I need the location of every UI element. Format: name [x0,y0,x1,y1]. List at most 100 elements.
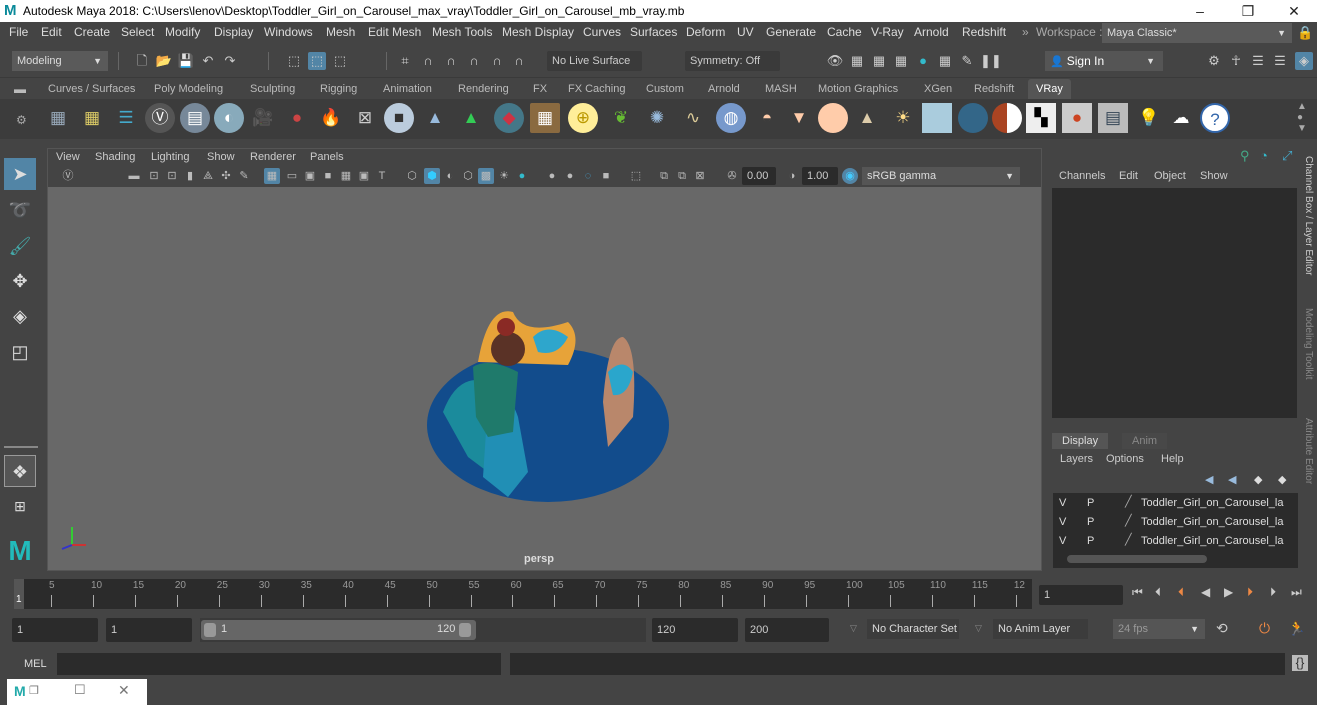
vray-globe-icon[interactable]: ◍ [716,103,746,133]
layer-name[interactable]: Toddler_Girl_on_Carousel_la [1141,516,1283,528]
layer-color-icon[interactable]: ╱ [1125,533,1132,546]
layer-tab-display[interactable]: Display [1052,433,1109,449]
scale-tool-icon[interactable]: ◰ [4,336,36,368]
vray-omni-light-icon[interactable] [818,103,848,133]
lock-icon[interactable]: 🔒 [1297,25,1313,41]
viewport-menu-shading[interactable]: Shading [95,151,135,163]
range-end-knob[interactable] [459,623,471,637]
layer-playback-toggle[interactable]: P [1087,516,1094,528]
use-all-lights-icon[interactable]: ☀ [496,168,512,184]
screen-space-ao-icon[interactable]: ● [544,168,560,184]
restore-icon[interactable]: ❐ [29,684,39,697]
anim-layer-dropdown[interactable]: No Anim Layer [993,619,1088,639]
pause-viewport-icon[interactable]: ❚❚ [980,52,1002,70]
shelf-menu-icon[interactable]: ▬ [14,82,26,96]
shelf-tab-rigging[interactable]: Rigging [312,79,365,99]
shelf-tab-redshift[interactable]: Redshift [966,79,1022,99]
vray-cone-sphere-icon[interactable]: ▲ [420,103,450,133]
camera-attributes-icon[interactable]: ▬ [126,168,142,184]
vray-help-icon[interactable]: ? [1200,103,1230,133]
vray-flake-icon[interactable]: ✺ [642,103,672,133]
shelf-tab-motion-graphics[interactable]: Motion Graphics [810,79,906,99]
channel-menu-edit[interactable]: Edit [1119,170,1138,182]
open-scene-icon[interactable]: 📂 [155,52,173,70]
shelf-tab-fx[interactable]: FX [525,79,555,99]
layer-name[interactable]: Toddler_Girl_on_Carousel_la [1141,535,1283,547]
range-start-knob[interactable] [204,623,216,637]
vray-sky-icon[interactable] [922,103,952,133]
layer-playback-toggle[interactable]: P [1087,535,1094,547]
vray-dome-light-icon[interactable]: ◓ [752,103,782,133]
textured-icon[interactable]: ▩ [478,168,494,184]
camera-bookmark-icon[interactable]: ⊡ [164,168,180,184]
shelf-scroll-icon[interactable]: ▲ ● ▼ [1297,101,1307,134]
channel-menu-channels[interactable]: Channels [1059,170,1105,182]
hypershade-icon[interactable]: ● [914,52,932,70]
channel-menu-object[interactable]: Object [1154,170,1186,182]
snap-view-plane-icon[interactable]: ∩ [465,52,483,70]
step-back-key-icon[interactable]: ⏴ [1155,585,1161,600]
vray-table-icon[interactable]: ▤ [1098,103,1128,133]
maximize-icon[interactable]: ☐ [74,682,86,698]
new-scene-icon[interactable]: 🗋 [133,52,151,70]
shelf-tab-mash[interactable]: MASH [757,79,805,99]
snap-grid-icon[interactable]: ⌗ [396,52,414,70]
attribute-editor-icon[interactable]: ☰ [1249,52,1267,70]
animation-end-field[interactable]: 200 [745,618,829,642]
menu-edit[interactable]: Edit [41,25,62,39]
shelf-tab-sculpting[interactable]: Sculpting [242,79,303,99]
vray-proxy-icon[interactable]: ▦ [530,103,560,133]
paint-select-tool-icon[interactable]: 🖌 [4,230,36,262]
side-tab-attribute-editor[interactable]: Attribute Editor [1303,418,1314,484]
layer-row[interactable]: V P ╱ Toddler_Girl_on_Carousel_la [1053,514,1285,532]
vray-checker-icon[interactable]: ▚ [1026,103,1056,133]
vray-export-icon[interactable]: ▦ [43,103,73,133]
menu-cache[interactable]: Cache [827,25,862,39]
safe-action-icon[interactable]: ▣ [356,168,372,184]
sign-in-dropdown[interactable]: 👤 Sign In ▼ [1045,51,1163,71]
minimized-window-bar[interactable]: M ❐ ☐ ✕ [7,679,147,705]
maximize-button[interactable]: ❐ [1225,0,1271,22]
shelf-tab-arnold[interactable]: Arnold [700,79,748,99]
vray-sphere-light-icon[interactable]: ⊕ [568,103,598,133]
render-setup-icon[interactable]: ▦ [936,52,954,70]
layer-playback-toggle[interactable]: P [1087,497,1094,509]
gamma-field[interactable]: 1.00 [802,167,838,185]
menu-select[interactable]: Select [121,25,154,39]
layer-color-icon[interactable]: ╱ [1125,514,1132,527]
select-object-icon[interactable]: ⬚ [308,52,326,70]
go-to-start-icon[interactable]: ⏮ [1132,585,1143,600]
viewport-menu-renderer[interactable]: Renderer [250,151,296,163]
menu-mesh[interactable]: Mesh [326,25,355,39]
layer-name[interactable]: Toddler_Girl_on_Carousel_la [1141,497,1283,509]
film-gate-icon[interactable]: ▭ [284,168,300,184]
menu-generate[interactable]: Generate [766,25,816,39]
menu-mesh-tools[interactable]: Mesh Tools [432,25,492,39]
select-tool-icon[interactable]: ➤ [4,158,36,190]
undo-icon[interactable]: ↶ [199,52,217,70]
menu-file[interactable]: File [9,25,28,39]
render-view-icon[interactable]: 👁 [826,52,844,70]
menu-windows[interactable]: Windows [264,25,313,39]
tool-settings-icon[interactable]: ☰ [1271,52,1289,70]
channel-box-icon[interactable]: ◈ [1295,52,1313,70]
exposure-field[interactable]: 0.00 [742,167,776,185]
layout-four-view-icon[interactable]: ⊞ [4,490,36,522]
color-management-icon[interactable]: ◉ [842,168,858,184]
lasso-tool-icon[interactable]: ➰ [4,194,36,226]
vray-camera-icon[interactable]: 🎥 [248,103,278,133]
save-scene-icon[interactable]: 💾 [177,52,195,70]
menu-create[interactable]: Create [74,25,110,39]
current-frame-field[interactable]: 1 [1039,585,1123,605]
menu-edit-mesh[interactable]: Edit Mesh [368,25,421,39]
time-slider-track[interactable] [14,579,1032,609]
shelf-tab-curves-surfaces[interactable]: Curves / Surfaces [40,79,143,99]
vray-spot-light-icon[interactable]: ▼ [784,103,814,133]
snap-surface-icon[interactable]: ∩ [488,52,506,70]
resolution-gate-icon[interactable]: ▣ [302,168,318,184]
exposure-icon[interactable]: ✇ [724,168,740,184]
channel-box-transform-icon[interactable]: ⚲ [1240,148,1250,164]
mode-dropdown[interactable]: Modeling ▼ [12,51,108,71]
channel-box-edit-icon[interactable]: ⤢ [1282,148,1292,164]
step-back-frame-icon[interactable]: ⏴ [1178,585,1184,600]
